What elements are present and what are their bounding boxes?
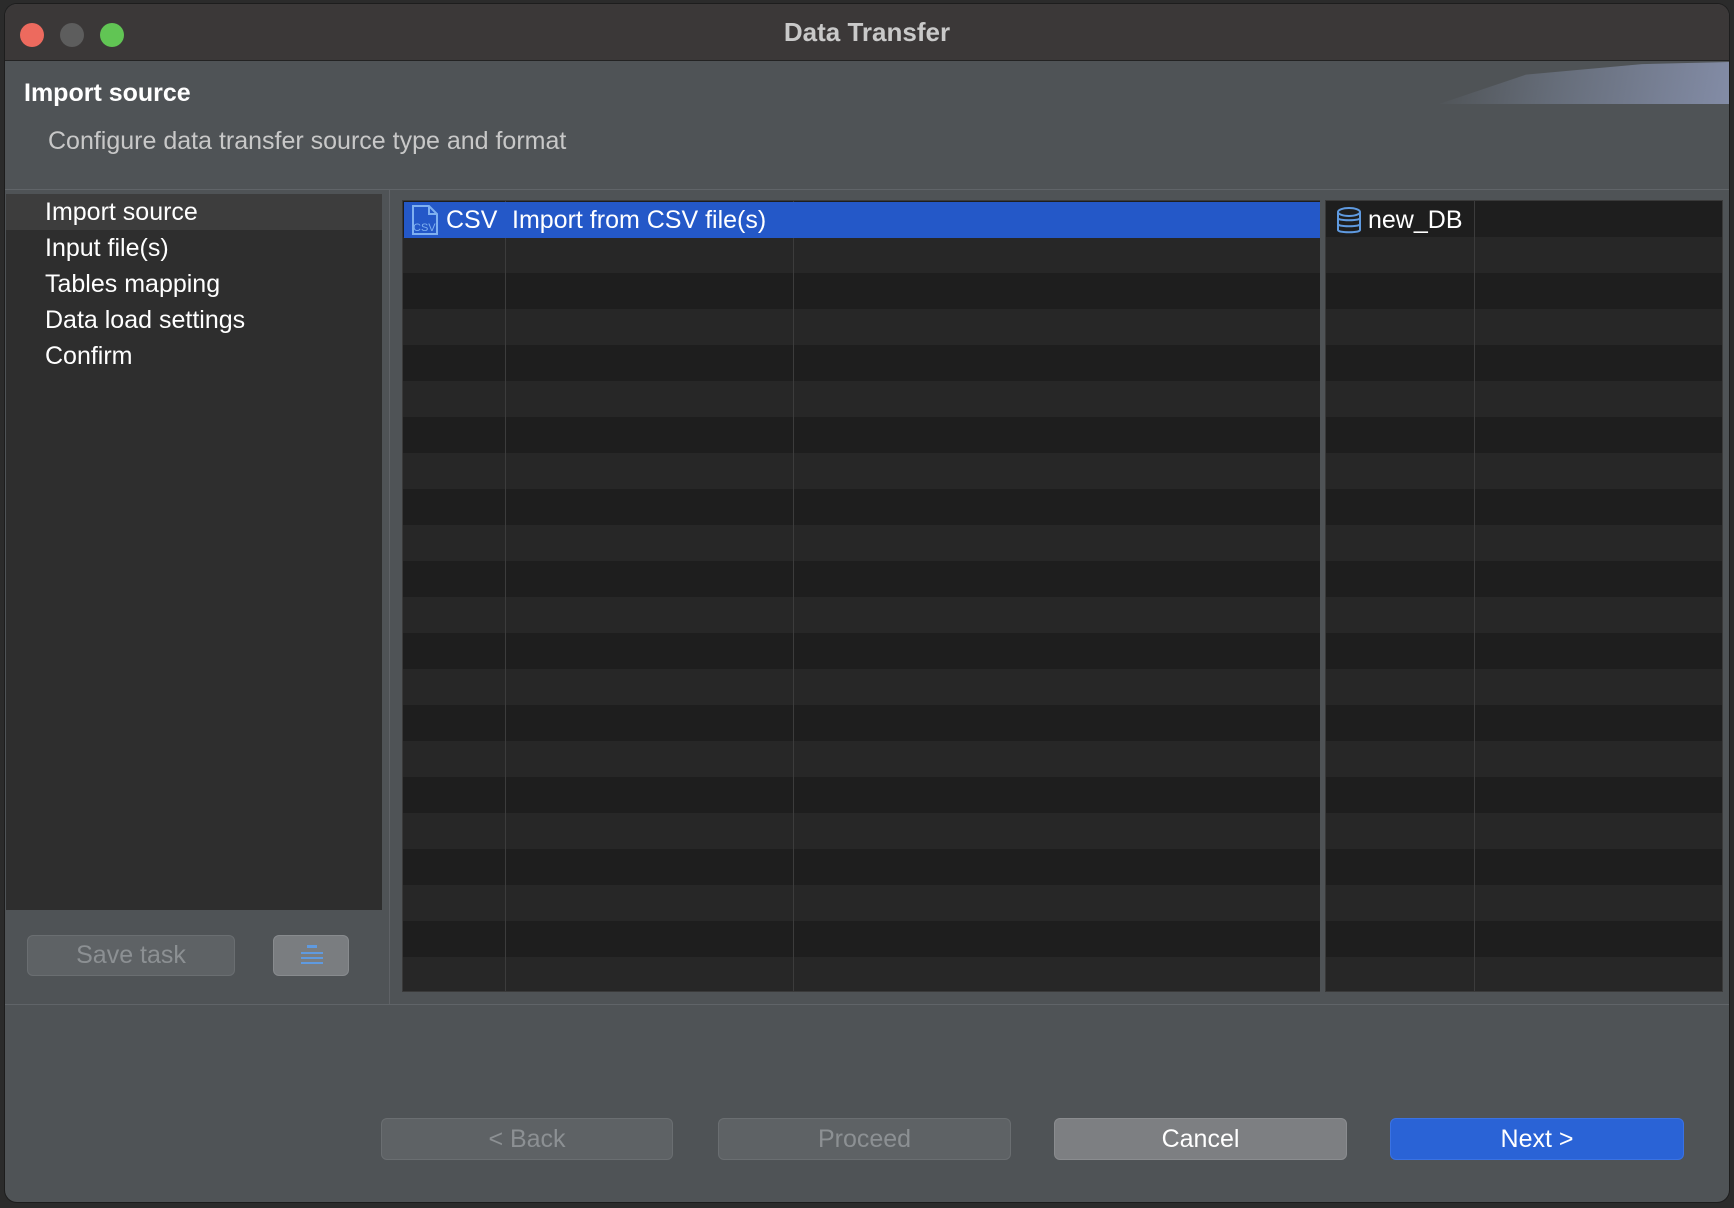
header-decoration (1439, 62, 1729, 104)
target-database-name: new_DB (1368, 206, 1463, 234)
wizard-steps-sidebar: Import source Input file(s) Tables mappi… (6, 194, 382, 910)
back-button[interactable]: < Back (381, 1118, 673, 1160)
csv-file-icon: CSV (412, 205, 438, 235)
page-header: Import source Configure data transfer so… (5, 62, 1729, 190)
sidebar-item-import-source[interactable]: Import source (6, 194, 382, 230)
data-transfer-window: Data Transfer Import source Configure da… (5, 4, 1729, 1202)
task-menu-button[interactable] (273, 935, 349, 976)
cancel-button[interactable]: Cancel (1054, 1118, 1347, 1160)
save-task-button[interactable]: Save task (27, 935, 235, 976)
window-title: Data Transfer (783, 17, 951, 47)
title-bar: Data Transfer (5, 4, 1729, 61)
database-icon (1337, 207, 1361, 234)
source-description: Import from CSV file(s) (512, 206, 767, 234)
footer-divider (5, 1004, 1729, 1005)
sidebar-item-data-load-settings[interactable]: Data load settings (6, 302, 382, 338)
source-type-table[interactable]: CSV CSV Import from CSV file(s) (402, 200, 1326, 992)
next-button[interactable]: Next > (1390, 1118, 1684, 1160)
source-name: CSV (446, 206, 498, 234)
table-row[interactable]: new_DB (1326, 202, 1722, 238)
page-subtitle: Configure data transfer source type and … (48, 127, 567, 155)
task-list-icon (301, 945, 323, 964)
table-row[interactable]: CSV CSV Import from CSV file(s) (404, 202, 1324, 238)
proceed-button[interactable]: Proceed (718, 1118, 1011, 1160)
sidebar-item-input-files[interactable]: Input file(s) (6, 230, 382, 266)
svg-text:CSV: CSV (413, 222, 436, 234)
target-database-table[interactable]: new_DB (1325, 200, 1723, 992)
page-title: Import source (24, 79, 191, 107)
sidebar-divider (389, 190, 390, 1004)
sidebar-item-tables-mapping[interactable]: Tables mapping (6, 266, 382, 302)
sidebar-item-confirm[interactable]: Confirm (6, 338, 382, 374)
